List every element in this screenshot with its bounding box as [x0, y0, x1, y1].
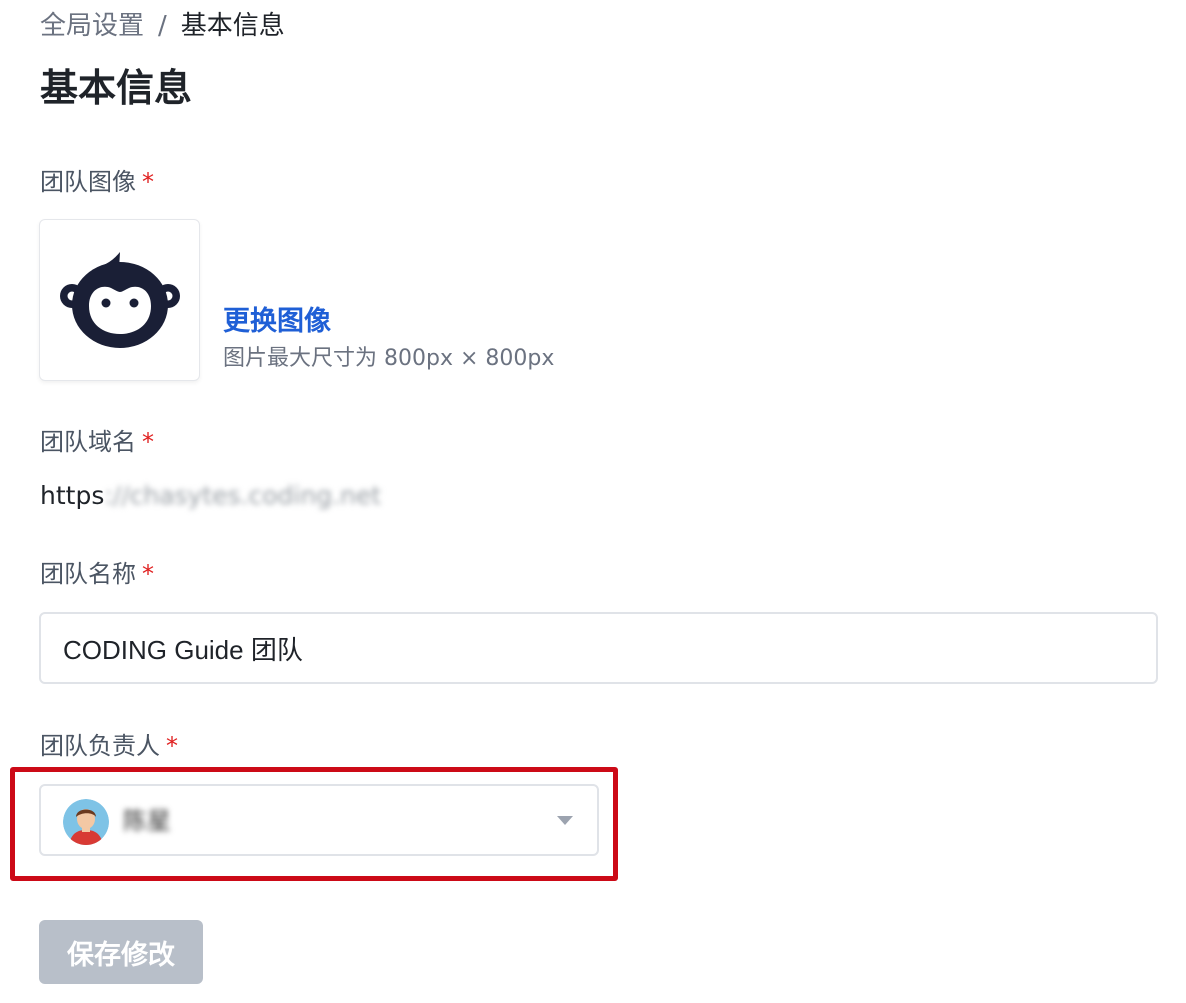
team-name-label-text: 团队名称 [40, 560, 136, 588]
save-changes-button[interactable]: 保存修改 [39, 920, 203, 984]
required-mark: * [142, 428, 154, 456]
team-domain-value: https://chasytes.coding.net [40, 478, 381, 514]
breadcrumb: 全局设置 / 基本信息 [40, 8, 285, 44]
breadcrumb-separator: / [158, 11, 167, 41]
team-avatar-image [39, 219, 200, 381]
team-domain-label-text: 团队域名 [40, 428, 136, 456]
team-avatar-label: 团队图像 * [40, 166, 154, 198]
team-domain-scheme: https [40, 481, 105, 510]
user-avatar-icon [63, 799, 109, 845]
avatar-size-hint: 图片最大尺寸为 800px × 800px [223, 346, 555, 371]
team-name-input[interactable] [39, 612, 1158, 684]
avatar [63, 799, 109, 845]
caret-down-icon [557, 816, 573, 825]
team-name-label: 团队名称 * [40, 558, 154, 590]
required-mark: * [142, 560, 154, 588]
change-avatar-link[interactable]: 更换图像 [223, 304, 331, 340]
team-owner-label: 团队负责人 * [40, 730, 178, 762]
page-title: 基本信息 [40, 66, 193, 110]
breadcrumb-current: 基本信息 [180, 11, 285, 41]
team-domain-blurred: ://chasytes.coding.net [104, 481, 382, 510]
breadcrumb-parent-link[interactable]: 全局设置 [40, 11, 144, 41]
required-mark: * [166, 732, 178, 760]
team-owner-select[interactable]: 陈星 [39, 784, 599, 856]
team-owner-name: 陈星 [123, 807, 171, 835]
monkey-logo-icon [59, 252, 180, 348]
team-owner-label-text: 团队负责人 [40, 732, 160, 760]
required-mark: * [142, 168, 154, 196]
team-avatar-label-text: 团队图像 [40, 168, 136, 196]
team-domain-label: 团队域名 * [40, 426, 154, 458]
